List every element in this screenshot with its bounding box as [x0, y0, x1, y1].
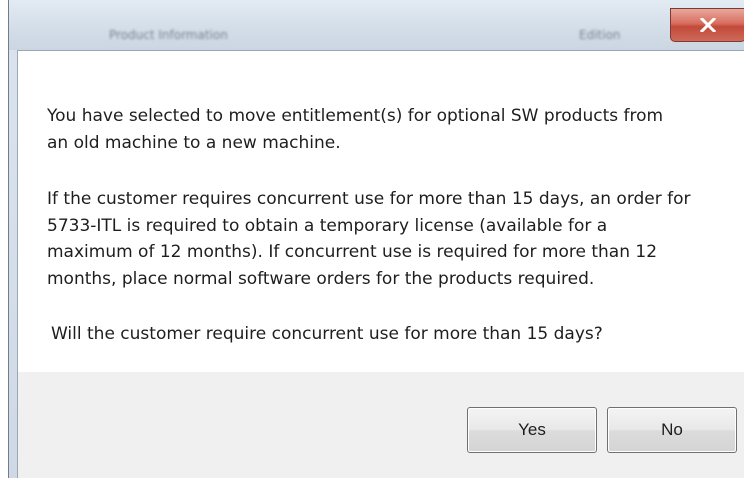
close-icon	[700, 18, 716, 32]
dialog-window: Product Information Edition You have sel…	[8, 0, 744, 478]
title-bar[interactable]: Product Information Edition	[9, 0, 744, 50]
close-button[interactable]	[670, 8, 744, 42]
question-text: Will the customer require concurrent use…	[51, 324, 603, 344]
message-paragraph-2: If the customer requires concurrent use …	[47, 186, 691, 292]
message-line: maximum of 12 months). If concurrent use…	[47, 242, 658, 262]
window-title: Product Information	[109, 28, 228, 42]
window-title-extra: Edition	[579, 28, 621, 42]
yes-button[interactable]: Yes	[467, 407, 597, 453]
message-area: You have selected to move entitlement(s)…	[17, 50, 744, 373]
message-line: months, place normal software orders for…	[47, 268, 595, 289]
no-button[interactable]: No	[607, 407, 737, 453]
message-line: If the customer requires concurrent use …	[47, 189, 691, 209]
button-bar: Yes No	[17, 372, 744, 478]
message-line: 5733-ITL is required to obtain a tempora…	[47, 215, 608, 236]
message-line: an old machine to a new machine.	[47, 132, 341, 153]
message-line: You have selected to move entitlement(s)…	[47, 106, 664, 126]
message-paragraph-1: You have selected to move entitlement(s)…	[47, 103, 663, 156]
